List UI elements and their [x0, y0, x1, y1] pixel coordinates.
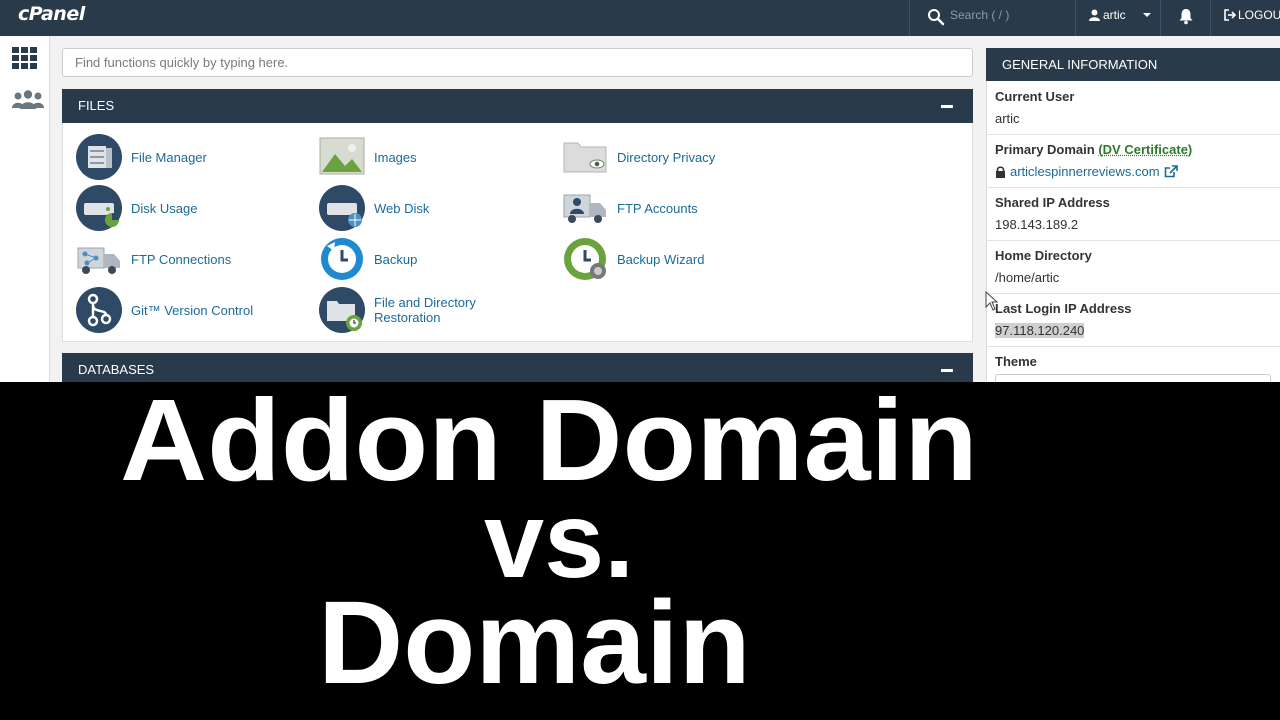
- certificate-close: ): [1187, 142, 1193, 157]
- lock-icon: [996, 165, 1005, 178]
- overlay-title-line-3: Domain: [318, 577, 751, 709]
- ftp-connections-link[interactable]: FTP Connections: [76, 236, 231, 282]
- disk-usage-link[interactable]: Disk Usage: [76, 185, 197, 231]
- directory-privacy-label: Directory Privacy: [617, 149, 716, 165]
- ftp-accounts-link[interactable]: FTP Accounts: [562, 185, 698, 231]
- ftp-connections-label: FTP Connections: [131, 251, 232, 267]
- title-overlay: Addon Domain vs. Domain: [0, 382, 1280, 720]
- home-directory-value: /home/artic: [995, 270, 1060, 285]
- images-link[interactable]: Images: [319, 134, 417, 180]
- divider: [1160, 0, 1161, 36]
- backup-label: Backup: [374, 251, 418, 267]
- username: artic: [1103, 8, 1126, 22]
- ftp-accounts-icon: [563, 194, 606, 223]
- web-disk-icon: [319, 185, 365, 231]
- file-directory-restoration-label: File and Directory Restoration: [374, 295, 476, 325]
- images-label: Images: [374, 149, 417, 165]
- files-panel-title: FILES: [78, 98, 115, 113]
- last-login-ip: 97.118.120.240: [995, 323, 1085, 338]
- dv-certificate-link[interactable]: DV Certificate: [1103, 142, 1188, 157]
- home-directory-row: Home Directory /home/artic: [987, 248, 1280, 294]
- backup-wizard-icon: [564, 238, 606, 280]
- general-information-title: GENERAL INFORMATION: [1002, 57, 1158, 72]
- search-icon[interactable]: [927, 8, 945, 26]
- divider: [909, 0, 910, 36]
- directory-privacy-link[interactable]: Directory Privacy: [562, 134, 715, 180]
- current-user-label: Current User: [995, 89, 1075, 104]
- general-information-header: GENERAL INFORMATION: [986, 48, 1280, 81]
- user-menu[interactable]: artic: [1089, 8, 1151, 22]
- primary-domain-link[interactable]: articlespinnerreviews.com: [1010, 164, 1160, 179]
- logout-icon: [1224, 9, 1236, 21]
- git-version-control-link[interactable]: Git™ Version Control: [76, 287, 253, 333]
- current-user-row: Current User artic: [987, 89, 1280, 135]
- disk-usage-icon: [76, 185, 122, 231]
- top-search-input[interactable]: Search ( / ): [950, 8, 1009, 22]
- theme-label: Theme: [995, 354, 1037, 369]
- find-functions-input[interactable]: [62, 48, 973, 77]
- bell-icon[interactable]: [1177, 7, 1195, 25]
- general-information-panel: Current User artic Primary Domain (DV Ce…: [986, 81, 1280, 386]
- collapse-icon[interactable]: [941, 369, 953, 372]
- shared-ip-value: 198.143.189.2: [995, 217, 1079, 232]
- backup-icon: [321, 238, 363, 280]
- cpanel-logo[interactable]: cPanel: [18, 3, 85, 25]
- logout-button[interactable]: LOGOU: [1224, 8, 1280, 22]
- left-sidebar: [0, 36, 50, 382]
- file-manager-link[interactable]: File Manager: [76, 134, 207, 180]
- images-icon: [319, 137, 365, 175]
- file-manager-icon: [76, 134, 122, 180]
- restoration-icon: [319, 287, 365, 333]
- external-link-icon[interactable]: [1164, 165, 1178, 178]
- logout-label: LOGOU: [1238, 8, 1280, 22]
- primary-domain-value: articlespinnerreviews.com: [995, 164, 1280, 179]
- last-login-row: Last Login IP Address 97.118.120.240: [987, 301, 1280, 347]
- backup-wizard-link[interactable]: Backup Wizard: [562, 236, 704, 282]
- files-panel-body: File Manager Images Directory Privacy Di…: [62, 123, 973, 342]
- current-user-value: artic: [995, 111, 1020, 126]
- primary-domain-row: Primary Domain (DV Certificate) articles…: [987, 142, 1280, 188]
- primary-domain-label: Primary Domain: [995, 142, 1095, 157]
- backup-wizard-label: Backup Wizard: [617, 251, 705, 267]
- chevron-down-icon: [1142, 13, 1151, 17]
- shared-ip-row: Shared IP Address 198.143.189.2: [987, 195, 1280, 241]
- git-version-control-label: Git™ Version Control: [131, 302, 254, 318]
- grid-icon[interactable]: [10, 46, 40, 70]
- file-directory-restoration-link[interactable]: File and Directory Restoration: [319, 287, 504, 333]
- git-icon: [76, 287, 122, 333]
- web-disk-link[interactable]: Web Disk: [319, 185, 429, 231]
- divider: [1075, 0, 1076, 36]
- top-navigation-bar: cPanel Search ( / ) artic LOGOU: [0, 0, 1280, 36]
- primary-domain-label-line: Primary Domain (DV Certificate): [995, 142, 1280, 157]
- users-icon[interactable]: [10, 89, 46, 111]
- divider: [1210, 0, 1211, 36]
- ftp-accounts-label: FTP Accounts: [617, 200, 698, 216]
- collapse-icon[interactable]: [941, 105, 953, 108]
- directory-privacy-icon: [563, 142, 607, 173]
- disk-usage-label: Disk Usage: [131, 200, 198, 216]
- user-icon: [1089, 9, 1100, 21]
- backup-link[interactable]: Backup: [319, 236, 417, 282]
- files-panel-header[interactable]: FILES: [62, 89, 973, 123]
- cpanel-screen: cPanel Search ( / ) artic LOGOU Find fun…: [0, 0, 1280, 720]
- shared-ip-label: Shared IP Address: [995, 195, 1110, 210]
- ftp-connections-icon: [77, 247, 120, 274]
- file-manager-label: File Manager: [131, 149, 207, 165]
- mouse-cursor-icon: [985, 291, 999, 311]
- home-directory-label: Home Directory: [995, 248, 1092, 263]
- web-disk-label: Web Disk: [374, 200, 430, 216]
- last-login-value: 97.118.120.240: [995, 323, 1280, 338]
- last-login-label: Last Login IP Address: [995, 301, 1132, 316]
